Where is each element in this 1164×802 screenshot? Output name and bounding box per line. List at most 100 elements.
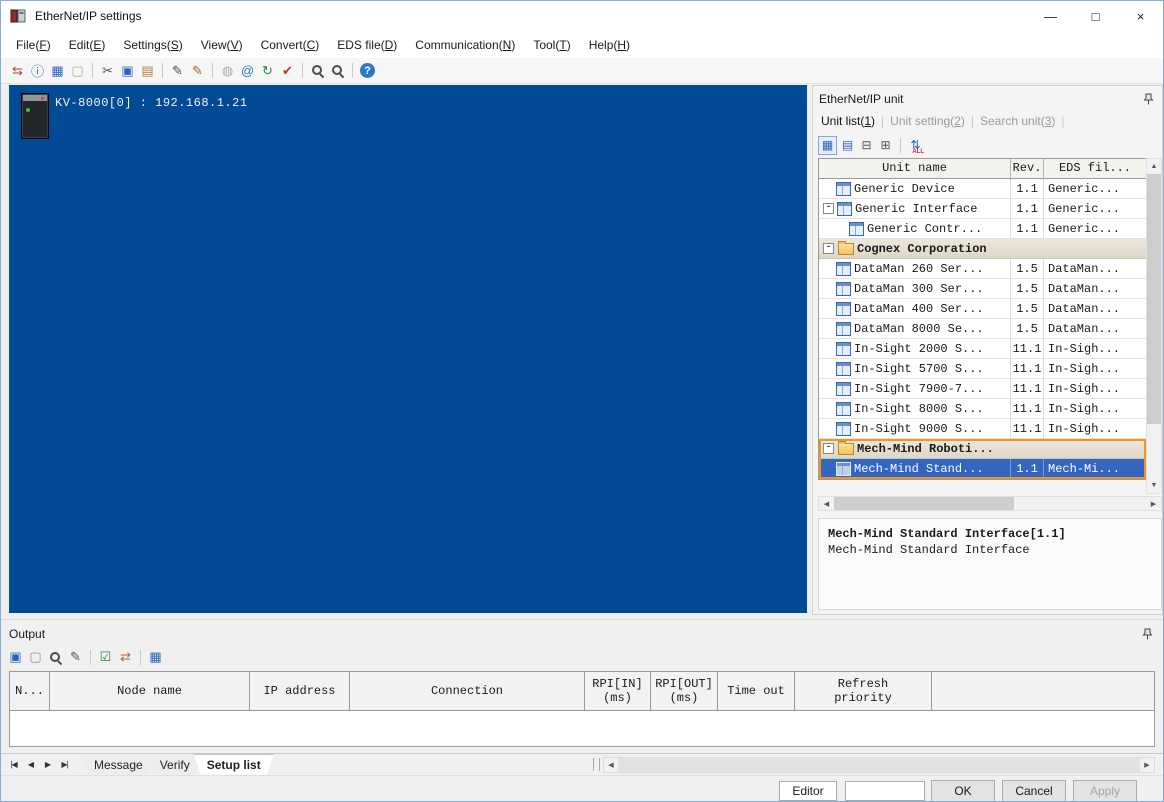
menu-convert[interactable]: Convert(C) xyxy=(252,34,329,56)
status-field[interactable] xyxy=(845,781,925,801)
col-rev[interactable]: Rev. xyxy=(1011,159,1044,178)
unit-name: Generic Interface xyxy=(855,202,977,216)
bottom-horizontal-scrollbar[interactable]: ◀ ▶ xyxy=(603,757,1155,773)
format-paint-icon[interactable]: ✎ xyxy=(188,61,207,80)
large-icon-view-icon[interactable]: ▦ xyxy=(818,136,837,155)
verify-output-icon[interactable]: ☑ xyxy=(96,648,115,667)
collapse-icon[interactable]: - xyxy=(823,243,834,254)
unit-copy-icon[interactable]: ▢ xyxy=(68,61,87,80)
unit-list-horizontal-scrollbar[interactable]: ◀ ▶ xyxy=(818,496,1162,511)
small-icon-view-icon[interactable]: ▤ xyxy=(839,137,856,154)
edit-output-icon[interactable]: ✎ xyxy=(66,648,85,667)
horizontal-scroll-thumb[interactable] xyxy=(834,497,1014,510)
tab-message[interactable]: Message xyxy=(81,755,156,775)
menu-view[interactable]: View(V) xyxy=(192,34,252,56)
kv-8000-device[interactable] xyxy=(21,93,49,139)
minimize-button[interactable]: — xyxy=(1028,1,1073,31)
unit-row[interactable]: DataMan 300 Ser...1.5DataMan... xyxy=(819,279,1146,299)
unit-row[interactable]: DataMan 260 Ser...1.5DataMan... xyxy=(819,259,1146,279)
tab-setup-list[interactable]: Setup list xyxy=(194,755,274,775)
scroll-up-icon[interactable]: ▲ xyxy=(1147,159,1161,174)
setup-list-header: N...Node nameIP addressConnectionRPI[IN]… xyxy=(9,671,1155,711)
unit-row[interactable]: Mech-Mind Stand...1.1Mech-Mi... xyxy=(819,459,1146,479)
unit-row[interactable]: -Generic Interface1.1Generic... xyxy=(819,199,1146,219)
sort-all-icon[interactable]: ⇅ALL xyxy=(907,137,924,154)
unit-name: DataMan 260 Ser... xyxy=(854,262,984,276)
grid-output-icon[interactable]: ▦ xyxy=(146,648,165,667)
apply-button[interactable]: Apply xyxy=(1073,780,1137,802)
maximize-button[interactable]: □ xyxy=(1073,1,1118,31)
menu-communication[interactable]: Communication(N) xyxy=(406,34,524,56)
setup-list-body[interactable] xyxy=(9,711,1155,747)
compare-output-icon[interactable]: ⇄ xyxy=(116,648,135,667)
copy-icon[interactable]: ▣ xyxy=(118,61,137,80)
unit-row[interactable]: DataMan 8000 Se...1.5DataMan... xyxy=(819,319,1146,339)
scroll-right-icon[interactable]: ▶ xyxy=(1140,758,1154,772)
copy-output-icon[interactable]: ▣ xyxy=(6,648,25,667)
unit-info-icon[interactable]: ⓘ xyxy=(28,61,47,80)
menu-file[interactable]: File(F) xyxy=(7,34,60,56)
unit-group-row[interactable]: -Cognex Corporation xyxy=(819,239,1146,259)
unit-list-vertical-scrollbar[interactable]: ▲ ▼ xyxy=(1146,158,1162,494)
tab-unit-setting[interactable]: Unit setting(2) xyxy=(885,112,970,130)
first-tab-button[interactable]: |◀ xyxy=(7,758,20,772)
menu-settings[interactable]: Settings(S) xyxy=(114,34,191,56)
pin-button[interactable] xyxy=(1141,92,1156,107)
col-unit-name[interactable]: Unit name xyxy=(819,159,1011,178)
help-icon[interactable]: ? xyxy=(360,63,375,78)
scroll-left-icon[interactable]: ◀ xyxy=(819,497,834,510)
unit-setup-icon[interactable]: ▦ xyxy=(48,61,67,80)
menu-tool[interactable]: Tool(T) xyxy=(524,34,579,56)
unit-rev: 1.5 xyxy=(1011,299,1044,318)
find-output-icon[interactable] xyxy=(46,648,65,667)
menu-help[interactable]: Help(H) xyxy=(580,34,639,56)
scroll-down-icon[interactable]: ▼ xyxy=(1147,478,1161,493)
tab-verify[interactable]: Verify xyxy=(147,755,203,775)
collapse-all-icon[interactable]: ⊟ xyxy=(858,137,875,154)
cancel-button[interactable]: Cancel xyxy=(1002,780,1066,802)
expand-all-icon[interactable]: ⊞ xyxy=(877,137,894,154)
editor-mode-field[interactable]: Editor xyxy=(779,781,837,801)
copy-all-output-icon[interactable]: ▢ xyxy=(26,648,45,667)
unit-row[interactable]: In-Sight 2000 S...11.1In-Sigh... xyxy=(819,339,1146,359)
next-tab-button[interactable]: ▶ xyxy=(41,758,54,772)
unit-row[interactable]: In-Sight 5700 S...11.1In-Sigh... xyxy=(819,359,1146,379)
network-refresh-icon[interactable]: ↻ xyxy=(258,61,277,80)
unit-row[interactable]: In-Sight 8000 S...11.1In-Sigh... xyxy=(819,399,1146,419)
unit-row[interactable]: In-Sight 7900-7...11.1In-Sigh... xyxy=(819,379,1146,399)
close-button[interactable]: × xyxy=(1118,1,1163,31)
unit-row[interactable]: In-Sight 9000 S...11.1In-Sigh... xyxy=(819,419,1146,439)
bottom-scroll-thumb[interactable] xyxy=(618,758,1140,772)
search-list-icon[interactable] xyxy=(328,61,347,80)
network-icon[interactable]: ◍ xyxy=(218,61,237,80)
collapse-icon[interactable]: - xyxy=(823,443,834,454)
unit-panel-header: EtherNet/IP unit xyxy=(813,86,1162,109)
network-search-icon[interactable]: @ xyxy=(238,61,257,80)
ok-button[interactable]: OK xyxy=(931,780,995,802)
vertical-scroll-thumb[interactable] xyxy=(1147,174,1161,424)
tab-search-unit[interactable]: Search unit(3) xyxy=(975,112,1060,130)
col-eds-file[interactable]: EDS fil... xyxy=(1044,159,1146,178)
unit-row[interactable]: Generic Contr...1.1Generic... xyxy=(819,219,1146,239)
unit-editor-canvas[interactable]: KV-8000[0] : 192.168.1.21 xyxy=(9,85,807,613)
unit-group-row[interactable]: -Mech-Mind Roboti... xyxy=(819,439,1146,459)
menu-edit[interactable]: Edit(E) xyxy=(60,34,115,56)
last-tab-button[interactable]: ▶| xyxy=(58,758,71,772)
tab-unit-list[interactable]: Unit list(1) xyxy=(816,112,880,130)
scroll-left-icon[interactable]: ◀ xyxy=(604,758,618,772)
prev-tab-button[interactable]: ◀ xyxy=(24,758,37,772)
scroll-right-icon[interactable]: ▶ xyxy=(1146,497,1161,510)
output-pin-button[interactable] xyxy=(1140,627,1155,642)
menu-eds-file[interactable]: EDS file(D) xyxy=(328,34,406,56)
output-col-rpi-in: RPI[IN] (ms) xyxy=(585,672,651,710)
collapse-icon[interactable]: - xyxy=(823,203,834,214)
edit-node-icon[interactable]: ✎ xyxy=(168,61,187,80)
unit-row[interactable]: Generic Device1.1Generic... xyxy=(819,179,1146,199)
search-icon[interactable] xyxy=(308,61,327,80)
switch-editor-icon[interactable]: ⇆ xyxy=(8,61,27,80)
splitter-handle[interactable] xyxy=(593,758,600,771)
paste-icon[interactable]: ▤ xyxy=(138,61,157,80)
unit-row[interactable]: DataMan 400 Ser...1.5DataMan... xyxy=(819,299,1146,319)
verify-icon[interactable]: ✔ xyxy=(278,61,297,80)
cut-icon[interactable]: ✂ xyxy=(98,61,117,80)
